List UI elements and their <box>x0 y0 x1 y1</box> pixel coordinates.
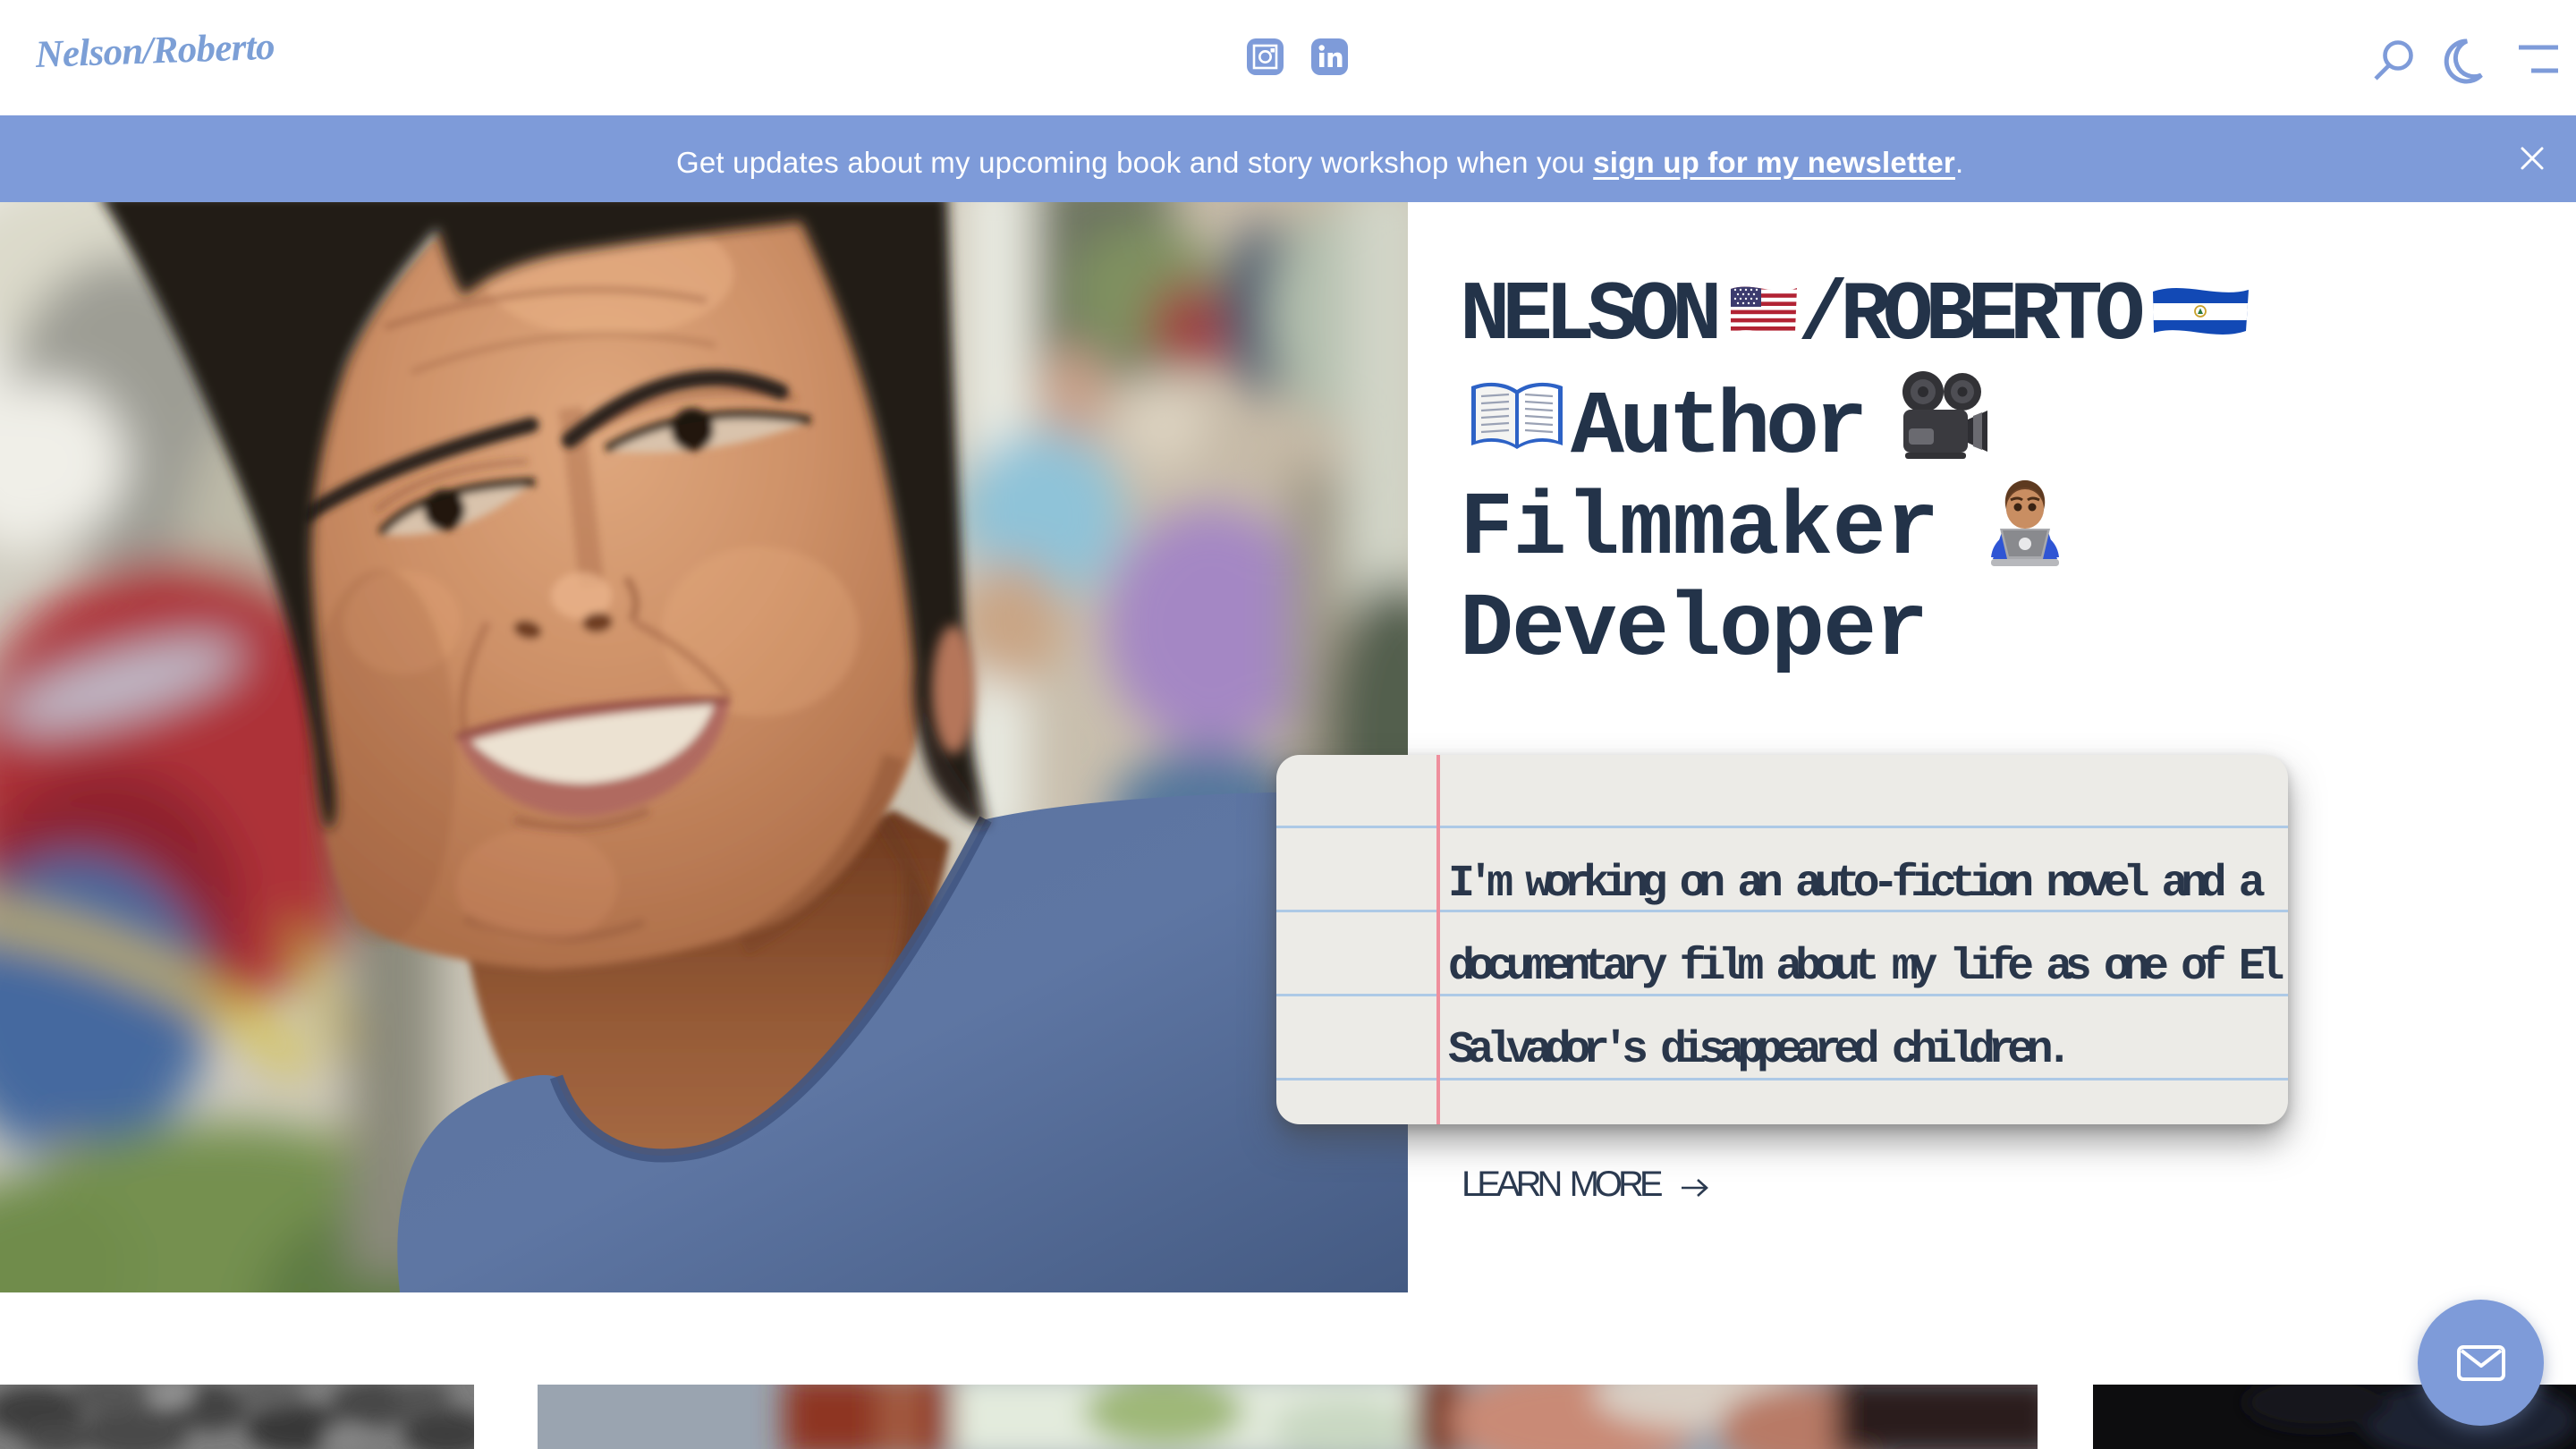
svg-text:Nelson/Roberto: Nelson/Roberto <box>36 30 275 76</box>
